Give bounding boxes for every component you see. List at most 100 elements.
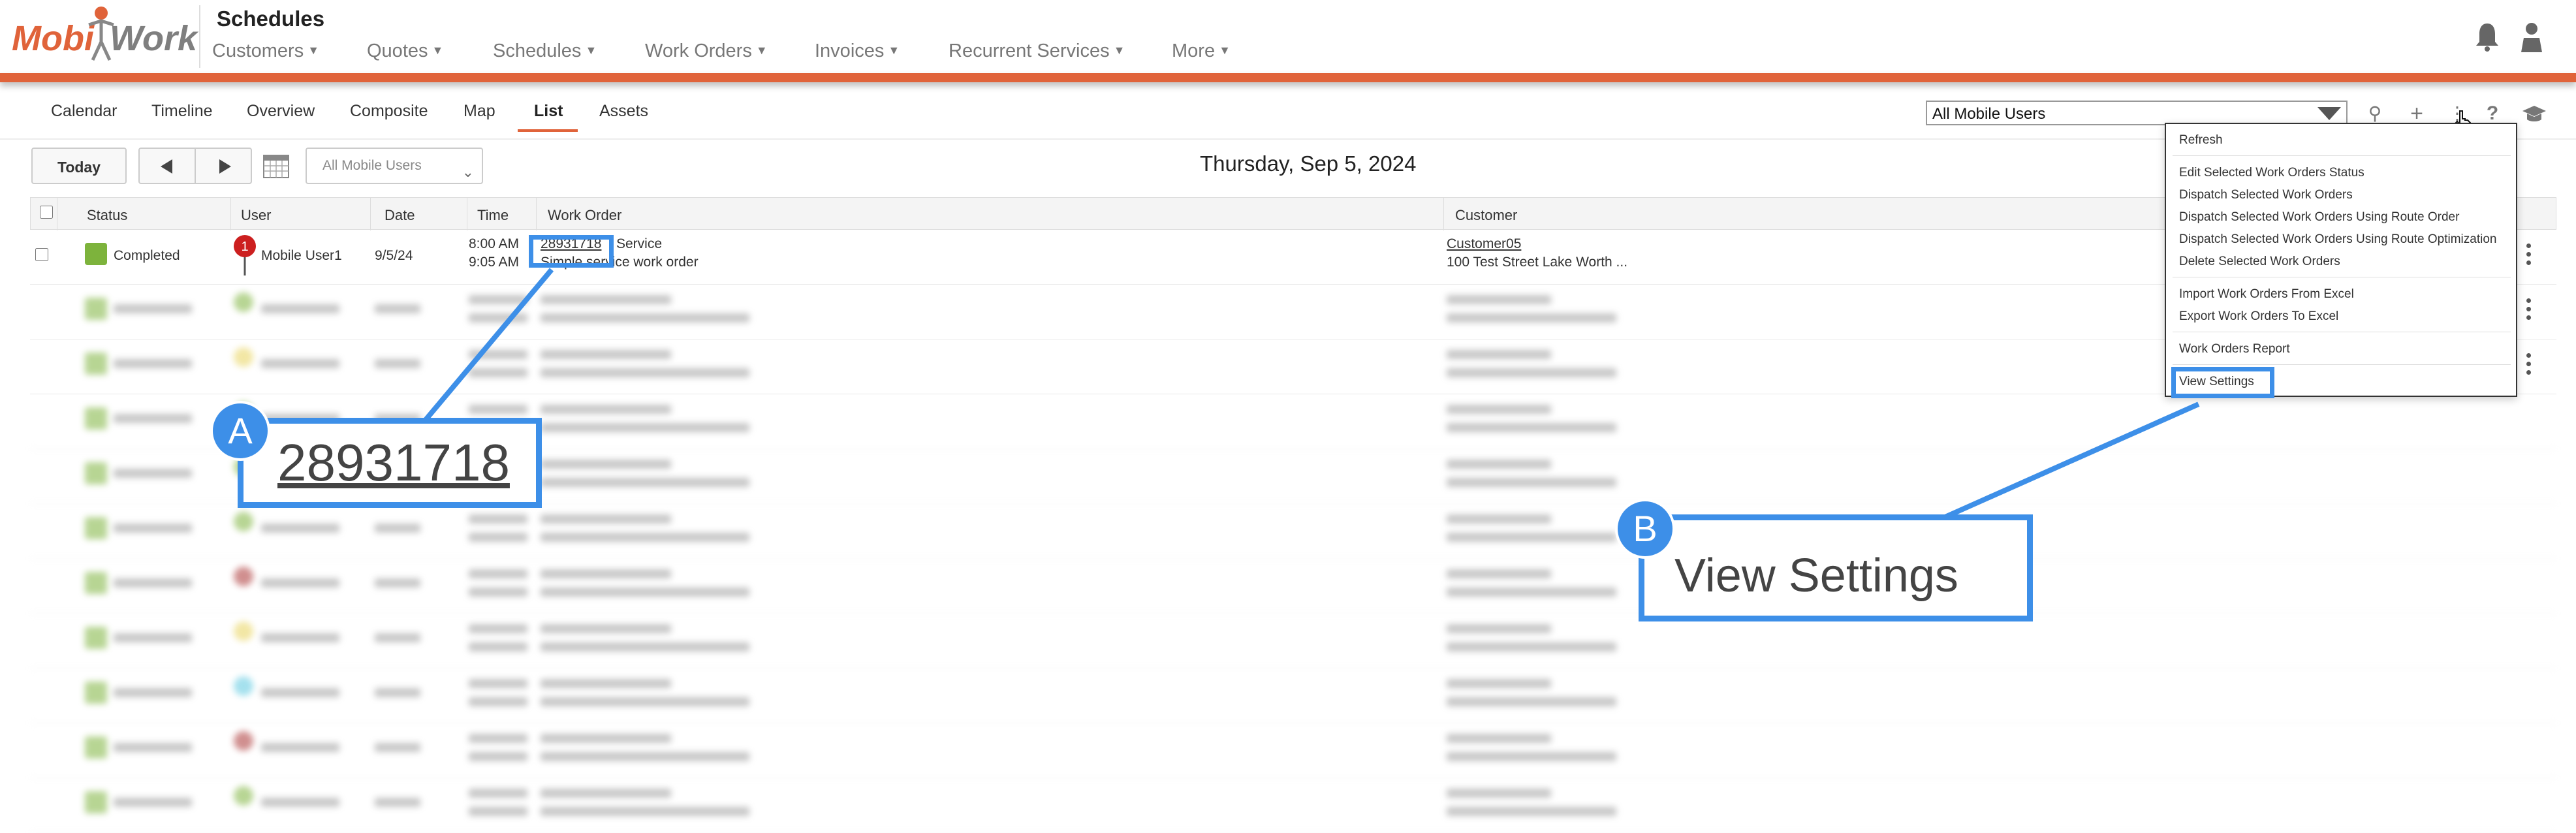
chevron-down-icon: ▼ — [755, 44, 768, 57]
callout-a-box: 28931718 — [238, 418, 542, 508]
placeholder-text — [469, 313, 527, 322]
status-indicator — [85, 243, 107, 265]
row-time-start: 8:00 AM — [469, 236, 520, 251]
nav-customers[interactable]: Customers ▼ — [212, 40, 319, 62]
bell-icon[interactable] — [2474, 21, 2500, 52]
placeholder-text — [541, 588, 749, 597]
placeholder-text — [469, 405, 527, 414]
header-divider — [199, 5, 200, 68]
menu-item-export-excel[interactable]: Export Work Orders To Excel — [2179, 309, 2338, 324]
previous-day-button[interactable] — [138, 148, 196, 184]
placeholder-text — [375, 524, 420, 533]
calendar-icon[interactable] — [262, 151, 290, 179]
placeholder-text — [261, 688, 339, 697]
row-actions-icon[interactable] — [2525, 296, 2532, 322]
placeholder-text — [469, 514, 527, 524]
chevron-down-icon: ▼ — [1113, 44, 1125, 57]
row-status: Completed — [114, 248, 180, 263]
table-row-blurred — [30, 723, 2556, 778]
mobile-user-filter-value: All Mobile Users — [1932, 105, 2046, 123]
placeholder-text — [541, 423, 749, 432]
menu-item-dispatch-route-order[interactable]: Dispatch Selected Work Orders Using Rout… — [2179, 210, 2459, 225]
row-date: 9/5/24 — [375, 248, 413, 263]
column-header-work-order[interactable]: Work Order — [548, 207, 621, 224]
placeholder-text — [469, 734, 527, 743]
placeholder-text — [541, 350, 671, 359]
next-day-button[interactable] — [195, 148, 252, 184]
users-filter-dropdown[interactable]: All Mobile Users ⌄ — [306, 148, 483, 184]
placeholder-text — [469, 789, 527, 798]
tab-assets[interactable]: Assets — [599, 102, 648, 121]
mobiwork-logo[interactable]: Mobi Work — [12, 5, 197, 64]
column-header-date[interactable]: Date — [385, 207, 415, 224]
tab-composite[interactable]: Composite — [350, 102, 428, 121]
user-profile-icon[interactable] — [2519, 21, 2545, 52]
menu-item-refresh[interactable]: Refresh — [2179, 133, 2223, 148]
menu-item-delete[interactable]: Delete Selected Work Orders — [2179, 255, 2340, 269]
chevron-down-icon: ▼ — [888, 44, 900, 57]
menu-item-edit-status[interactable]: Edit Selected Work Orders Status — [2179, 166, 2364, 180]
tab-overview[interactable]: Overview — [247, 102, 315, 121]
active-tab-indicator — [518, 129, 578, 132]
placeholder-text — [261, 304, 339, 313]
placeholder-text — [541, 734, 671, 743]
placeholder-text — [1447, 569, 1551, 578]
tab-timeline[interactable]: Timeline — [151, 102, 213, 121]
placeholder-text — [1447, 423, 1616, 432]
callout-b-box: View Settings — [1639, 514, 2033, 621]
menu-item-dispatch-route-optimization[interactable]: Dispatch Selected Work Orders Using Rout… — [2179, 232, 2496, 247]
graduation-cap-icon[interactable] — [2521, 101, 2547, 127]
customer-link[interactable]: Customer05 — [1447, 236, 1521, 252]
placeholder-text — [114, 304, 192, 313]
nav-work-orders[interactable]: Work Orders ▼ — [645, 40, 768, 62]
placeholder-text — [1447, 478, 1616, 487]
placeholder-text — [1447, 405, 1551, 414]
column-separator — [370, 198, 371, 230]
nav-more[interactable]: More ▼ — [1172, 40, 1231, 62]
table-row-blurred — [30, 668, 2556, 723]
menu-item-import-excel[interactable]: Import Work Orders From Excel — [2179, 287, 2354, 302]
placeholder-text — [541, 533, 749, 542]
nav-customers-label: Customers — [212, 40, 304, 61]
row-user: Mobile User1 — [261, 248, 342, 263]
nav-schedules[interactable]: Schedules ▼ — [493, 40, 597, 62]
menu-item-dispatch[interactable]: Dispatch Selected Work Orders — [2179, 188, 2353, 202]
map-pin-icon — [234, 676, 253, 696]
placeholder-text — [541, 807, 749, 816]
chevron-down-icon: ⌄ — [462, 164, 474, 180]
placeholder-text — [114, 414, 192, 423]
tab-list[interactable]: List — [534, 102, 563, 121]
menu-item-work-orders-report[interactable]: Work Orders Report — [2179, 342, 2290, 356]
nav-quotes[interactable]: Quotes ▼ — [367, 40, 443, 62]
map-pin-icon — [234, 347, 253, 367]
placeholder-text — [375, 304, 420, 313]
nav-schedules-label: Schedules — [493, 40, 582, 61]
tab-calendar[interactable]: Calendar — [51, 102, 117, 121]
placeholder-text — [1447, 789, 1551, 798]
placeholder-text — [541, 295, 671, 304]
placeholder-text — [1447, 533, 1616, 542]
today-button[interactable]: Today — [31, 148, 127, 184]
nav-invoices[interactable]: Invoices ▼ — [815, 40, 900, 62]
placeholder-text — [469, 295, 527, 304]
row-select-checkbox[interactable] — [35, 248, 48, 261]
placeholder-text — [1447, 295, 1551, 304]
status-indicator — [85, 682, 107, 704]
placeholder-text — [261, 798, 339, 807]
column-header-user[interactable]: User — [241, 207, 271, 224]
placeholder-text — [114, 743, 192, 752]
dropdown-arrow-icon — [2317, 107, 2341, 120]
placeholder-text — [469, 588, 527, 597]
placeholder-text — [541, 679, 671, 688]
select-all-checkbox[interactable] — [40, 206, 53, 219]
column-header-time[interactable]: Time — [477, 207, 509, 224]
column-header-status[interactable]: Status — [87, 207, 127, 224]
users-filter-value: All Mobile Users — [322, 158, 422, 173]
mobile-user-filter-select[interactable]: All Mobile Users — [1926, 101, 2348, 125]
tab-map[interactable]: Map — [463, 102, 495, 121]
row-actions-icon[interactable] — [2525, 351, 2532, 377]
placeholder-text — [541, 368, 749, 377]
nav-recurrent-services[interactable]: Recurrent Services ▼ — [949, 40, 1125, 62]
row-actions-icon[interactable] — [2525, 242, 2532, 268]
column-header-customer[interactable]: Customer — [1455, 207, 1517, 224]
